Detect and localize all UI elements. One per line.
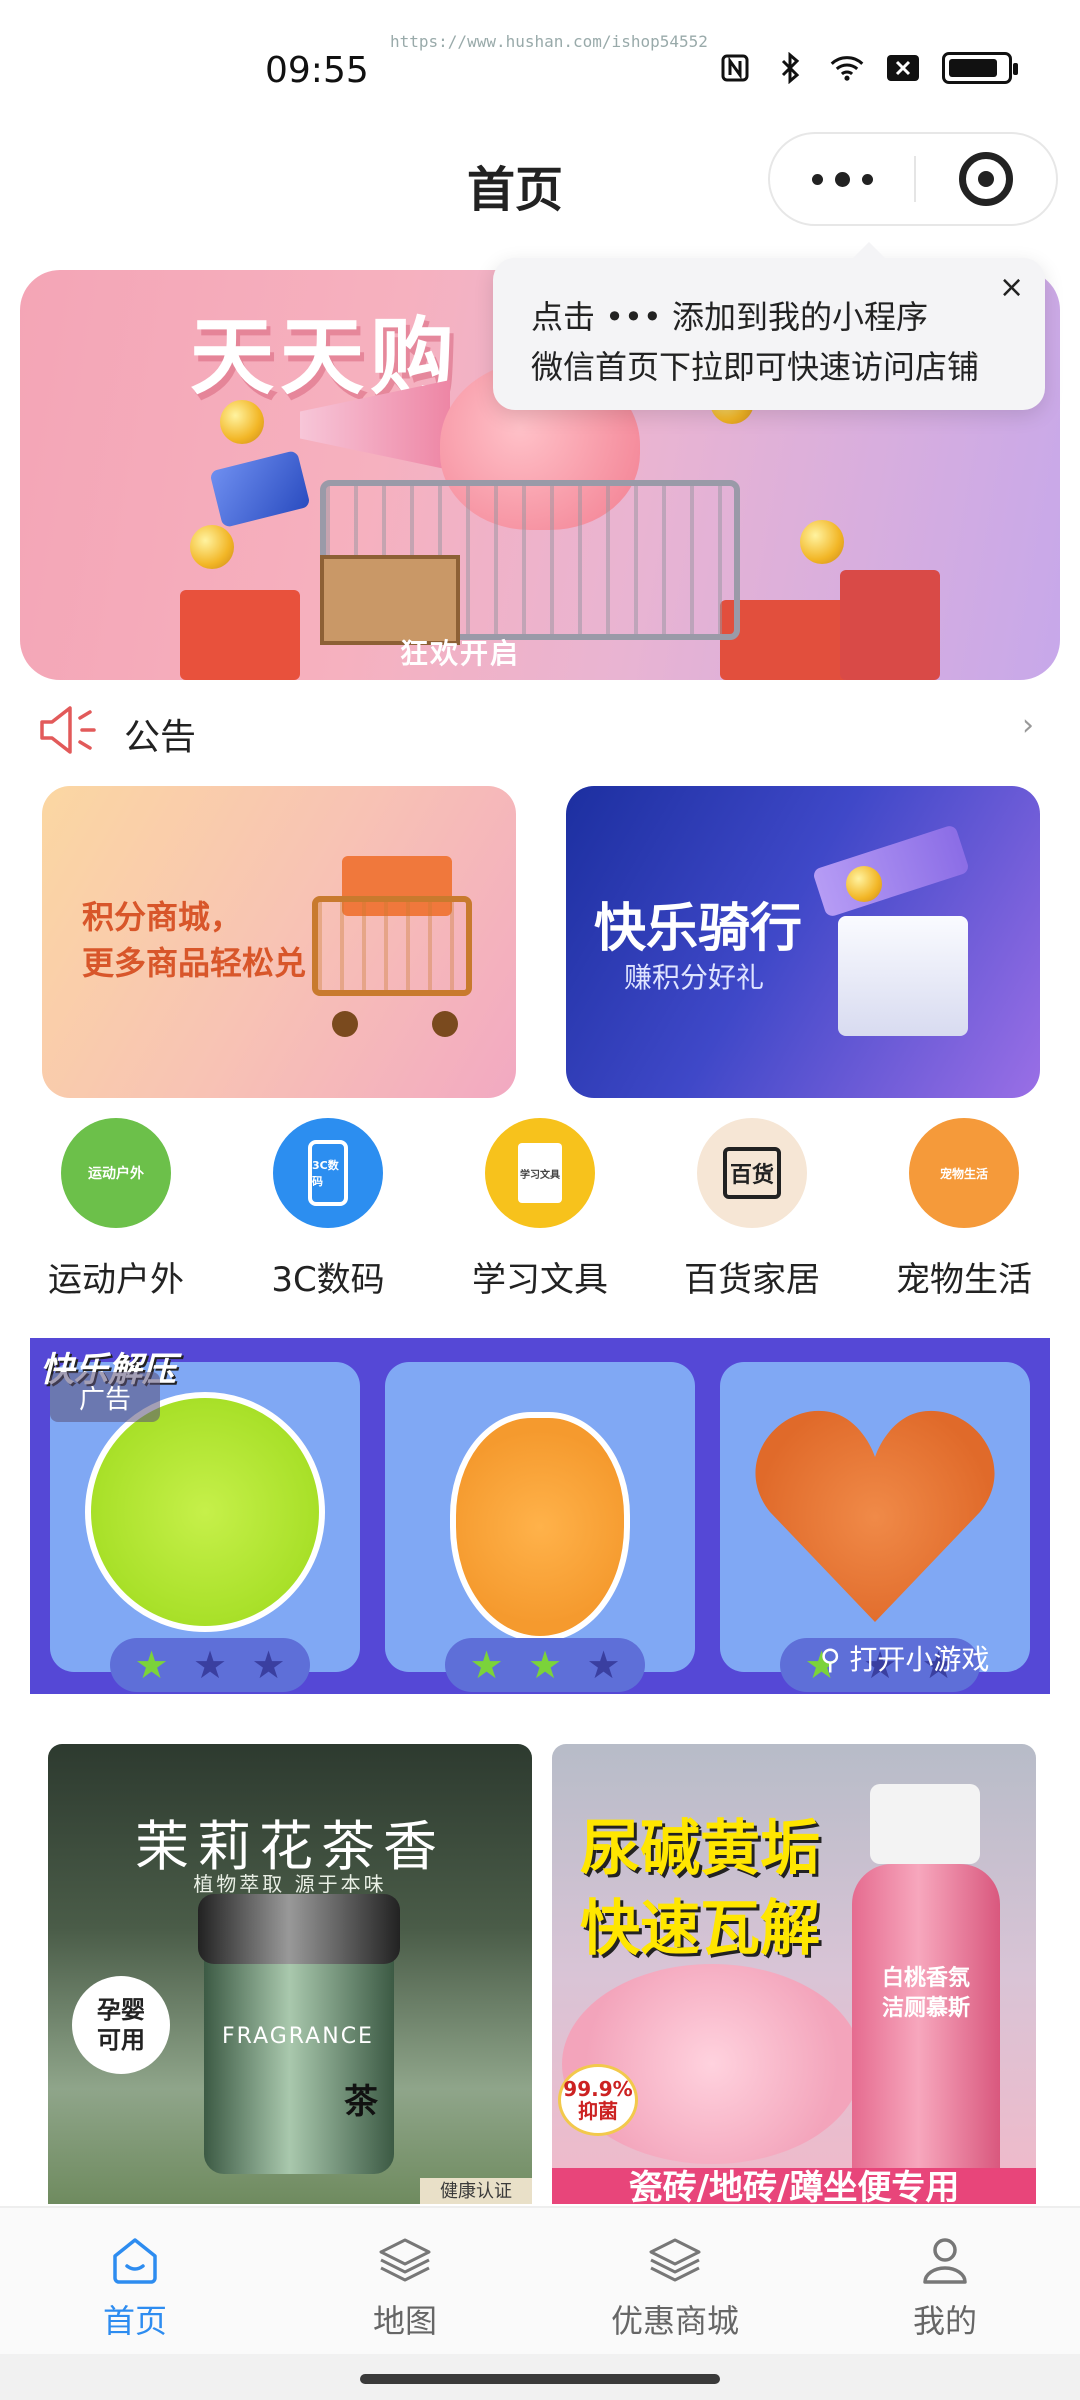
category-label: 宠物生活 [896,1260,1032,1300]
category-stationery[interactable]: 学习文具 学习文具 [440,1118,640,1318]
banner-subtitle: 狂欢开启 [400,637,521,670]
coin-icon [220,400,264,444]
category-3c-digital[interactable]: 3C数码 3C数码 [228,1118,428,1318]
user-icon [923,2238,967,2284]
speaker-icon [38,702,98,758]
category-pet-life[interactable]: 宠物生活 宠物生活 [864,1118,1064,1318]
status-bar: 09:55 https://www.hushan.com/ishop54552 [0,0,1080,130]
open-minigame-button[interactable]: ⚲ 打开小游戏 [820,1638,989,1678]
add-miniprogram-tooltip: 点击 ••• 添加到我的小程序 微信首页下拉即可快速访问店铺 × [493,242,1045,410]
category-label: 运动户外 [48,1260,184,1300]
pet-bowl-icon: 宠物生活 [909,1118,1019,1228]
gift-box-illustration [840,570,940,680]
popit-heart-illustration [750,1402,1000,1632]
popit-panel: ★ ★ ★ [720,1362,1030,1692]
popit-circle-illustration [85,1392,325,1632]
chevron-right-icon: › [1022,708,1034,743]
target-close-icon[interactable] [916,134,1056,224]
bottle-label: 白桃香氛 洁厕慕斯 [881,1966,970,2021]
bottle-illustration [852,1864,1000,2194]
tab-discount-mall[interactable]: 优惠商城 [540,2208,810,2354]
jar-label: FRAGRANCE [222,2024,374,2049]
phone-icon: 3C数码 [273,1118,383,1228]
product-title-line-2: 快速瓦解 [580,1894,820,1964]
baby-safe-badge: 孕婴 可用 [72,1976,170,2074]
happy-ride-title: 快乐骑行 [594,899,803,959]
points-mall-line-1: 积分商城， [82,898,243,936]
nfc-icon [718,52,752,84]
happy-ride-card[interactable]: 快乐骑行 赚积分好礼 [566,786,1040,1098]
product-subtitle: 植物萃取 源于本味 [193,1872,387,1896]
notice-label: 公告 [124,717,197,758]
more-dots-icon[interactable] [770,134,914,224]
sim-off-icon [886,52,920,84]
battery-icon [942,52,1018,84]
category-label: 百货家居 [684,1260,820,1300]
shopping-cart-illustration [312,896,472,996]
product-card-toilet-cleaner[interactable]: 尿碱黄垢 快速瓦解 白桃香氛 洁厕慕斯 99.9%抑菌 瓷砖/地砖/蹲坐便专用 [552,1744,1036,2204]
credit-card-illustration [209,449,311,529]
tooltip-line-1: 点击 ••• 添加到我的小程序 [531,298,928,336]
popit-pineapple-illustration [450,1412,630,1642]
notice-bar[interactable]: 公告 › [0,690,1080,770]
open-minigame-label: 打开小游戏 [849,1643,990,1676]
tab-label: 首页 [102,2302,167,2340]
status-time: 09:55 [265,50,369,91]
shopping-bag-icon: 百货 [697,1118,807,1228]
points-mall-text: 积分商城， 更多商品轻松兑 [82,894,306,986]
cart-wheel-icon [332,1011,358,1037]
product-card-jasmine[interactable]: 茉莉花茶香 植物萃取 源于本味 FRAGRANCE 茶 孕婴 可用 健康认证 [48,1744,532,2204]
points-mall-card[interactable]: 积分商城， 更多商品轻松兑 [42,786,516,1098]
home-indicator[interactable] [0,2354,1080,2400]
popit-panel: ★ ★ ★ [385,1362,695,1692]
antibacterial-badge: 99.9%抑菌 [558,2064,638,2136]
category-grid: 运动户外 运动户外 3C数码 3C数码 学习文具 学习文具 百货 百货家居 宠物… [0,1118,1080,1318]
jar-lid-illustration [198,1894,400,1964]
tab-home[interactable]: 首页 [0,2208,270,2354]
product-title-line-1: 尿碱黄垢 [580,1814,820,1884]
star-rating: ★ ★ ★ [110,1638,310,1692]
coin-icon [846,866,882,902]
cart-wheel-icon [432,1011,458,1037]
tab-label: 地图 [372,2302,437,2340]
gift-lid-illustration [811,824,971,918]
category-household[interactable]: 百货 百货家居 [652,1118,852,1318]
category-label: 学习文具 [472,1260,608,1300]
boot-icon: 运动户外 [61,1118,171,1228]
coin-icon [190,525,234,569]
tab-label: 我的 [912,2302,977,2340]
watermark-text: https://www.hushan.com/ishop54552 [390,32,708,51]
wifi-icon [830,52,864,84]
points-mall-line-2: 更多商品轻松兑 [82,944,307,982]
bottom-tab-bar: 首页 地图 优惠商城 我的 [0,2206,1080,2354]
tab-map[interactable]: 地图 [270,2208,540,2354]
layers-icon [649,2238,701,2282]
gift-box-illustration [838,916,968,1036]
tab-label: 优惠商城 [610,2302,739,2340]
link-icon: ⚲ [820,1643,841,1676]
health-cert-tag: 健康认证 [420,2178,532,2204]
category-sports-outdoor[interactable]: 运动户外 运动户外 [16,1118,216,1318]
ad-tag: 广告 [50,1372,160,1422]
home-icon [113,2238,157,2284]
star-rating: ★ ★ ★ [445,1638,645,1692]
bluetooth-icon [774,52,808,84]
miniprogram-capsule [768,132,1058,226]
tooltip-close-icon[interactable]: × [999,270,1024,305]
happy-ride-subtitle: 赚积分好礼 [624,961,765,994]
gift-box-illustration [180,590,300,680]
category-label: 3C数码 [271,1260,385,1300]
notebook-icon: 学习文具 [485,1118,595,1228]
product-usage-strip: 瓷砖/地砖/蹲坐便专用 [552,2168,1036,2204]
game-ad-banner[interactable]: ★ ★ ★ ★ ★ ★ ★ ★ ★ 快乐解压 广告 ⚲ 打开小游戏 [30,1338,1050,1694]
layers-icon [379,2238,431,2282]
coin-icon [800,520,844,564]
tab-mine[interactable]: 我的 [810,2208,1080,2354]
system-icons [718,52,1018,84]
tooltip-line-2: 微信首页下拉即可快速访问店铺 [531,348,980,386]
tea-character: 茶 [344,2082,378,2122]
spray-nozzle-illustration [870,1784,980,1864]
